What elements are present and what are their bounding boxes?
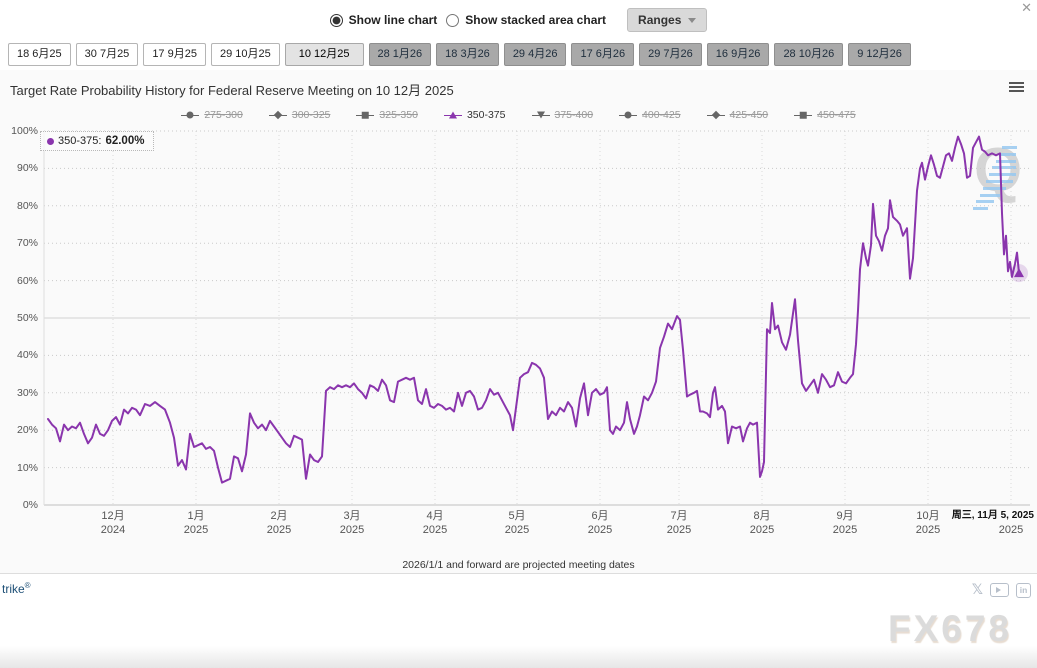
tooltip-value: 62.00% (105, 135, 144, 147)
meeting-tab[interactable]: 28 10月26 (774, 43, 843, 66)
meeting-tab[interactable]: 17 6月26 (571, 43, 634, 66)
meeting-tab[interactable]: 29 4月26 (504, 43, 567, 66)
meeting-tab[interactable]: 18 3月26 (436, 43, 499, 66)
y-tick-label: 90% (0, 162, 38, 174)
y-tick-label: 0% (0, 499, 38, 511)
y-tick-label: 80% (0, 200, 38, 212)
line-chart-radio[interactable] (330, 14, 343, 27)
x-tick-label: 1月2025 (164, 510, 228, 538)
line-chart-option[interactable]: Show line chart (330, 13, 438, 27)
line-chart-label: Show line chart (349, 13, 438, 27)
x-tick-label: 8月2025 (730, 510, 794, 538)
stacked-area-label: Show stacked area chart (465, 13, 606, 27)
y-tick-label: 100% (0, 125, 38, 137)
meeting-tab[interactable]: 29 7月26 (639, 43, 702, 66)
meeting-tab[interactable]: 30 7月25 (76, 43, 139, 66)
fx678-watermark: FX678 (888, 608, 1012, 650)
y-tick-label: 40% (0, 349, 38, 361)
meeting-tab[interactable]: 17 9月25 (143, 43, 206, 66)
meeting-tab[interactable]: 9 12月26 (848, 43, 911, 66)
plot-area (0, 70, 1037, 573)
series-dot-icon (47, 138, 54, 145)
ranges-dropdown[interactable]: Ranges (627, 8, 707, 32)
y-tick-label: 10% (0, 462, 38, 474)
y-tick-label: 70% (0, 237, 38, 249)
linkedin-icon[interactable]: in (1016, 583, 1031, 598)
series-tooltip: 350-375: 62.00% (40, 131, 154, 151)
stacked-area-radio[interactable] (446, 14, 459, 27)
chart-type-controls: Show line chart Show stacked area chart … (0, 0, 1037, 40)
y-tick-label: 30% (0, 387, 38, 399)
close-icon[interactable]: ✕ (1021, 1, 1032, 14)
x-tick-label: 7月2025 (647, 510, 711, 538)
bottom-strip (0, 646, 1037, 668)
x-tick-label: 12月2024 (81, 510, 145, 538)
x-tick-label: 10月2025 (896, 510, 960, 538)
x-tick-label: 9月2025 (813, 510, 877, 538)
meeting-tab[interactable]: 18 6月25 (8, 43, 71, 66)
x-tick-label: 5月2025 (485, 510, 549, 538)
meeting-tab[interactable]: 16 9月26 (707, 43, 770, 66)
y-tick-label: 60% (0, 275, 38, 287)
tooltip-series: 350-375: (58, 135, 101, 147)
meeting-tab[interactable]: 10 12月25 (285, 43, 364, 66)
x-tick-label: 2月2025 (247, 510, 311, 538)
youtube-icon[interactable] (990, 583, 1009, 597)
meeting-tabs: 18 6月2530 7月2517 9月2529 10月2510 12月2528 … (8, 43, 911, 66)
x-icon[interactable]: 𝕏 (972, 582, 983, 598)
chevron-down-icon (688, 18, 696, 23)
social-icons: 𝕏 in (972, 582, 1031, 598)
x-tick-label: 3月2025 (320, 510, 384, 538)
crosshair-date-label: 周三, 11月 5, 2025 (952, 506, 1034, 521)
y-tick-label: 20% (0, 424, 38, 436)
meeting-tab[interactable]: 29 10月25 (211, 43, 280, 66)
footer-divider (0, 573, 1037, 574)
x-tick-label: 6月2025 (568, 510, 632, 538)
x-tick-label: 4月2025 (403, 510, 467, 538)
ranges-label: Ranges (638, 13, 681, 27)
provider-logo: trike® (2, 581, 31, 596)
y-tick-label: 50% (0, 312, 38, 324)
fedwatch-page: Show line chart Show stacked area chart … (0, 0, 1037, 668)
chart-footnote: 2026/1/1 and forward are projected meeti… (0, 559, 1037, 571)
chart-widget: Target Rate Probability History for Fede… (0, 70, 1037, 573)
stacked-area-option[interactable]: Show stacked area chart (446, 13, 606, 27)
meeting-tab[interactable]: 28 1月26 (369, 43, 432, 66)
